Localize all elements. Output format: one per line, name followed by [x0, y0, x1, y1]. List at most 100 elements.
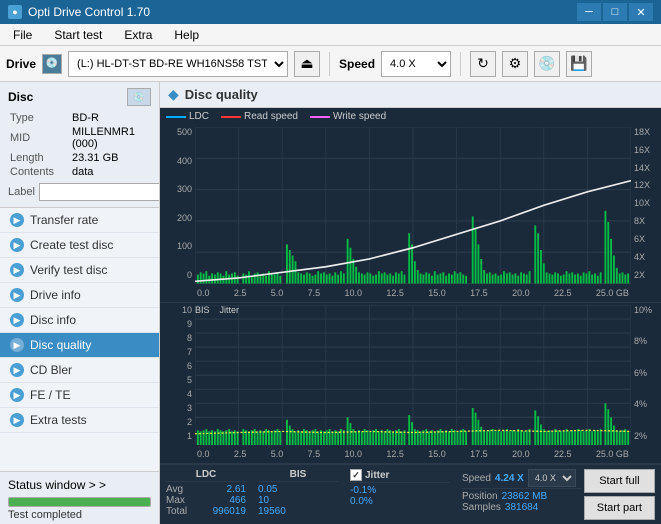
menu-help[interactable]: Help — [165, 25, 208, 45]
close-button[interactable]: ✕ — [629, 3, 653, 21]
disc-table: Type BD-R MID MILLENMR1 (000) Length 23.… — [8, 110, 151, 180]
disc-mid-label: MID — [10, 126, 70, 150]
stats-speed: Speed 4.24 X 4.0 X Position 23862 MB Sam… — [462, 469, 582, 513]
nav-icon-extra: ▶ — [10, 413, 24, 427]
jitter-label: Jitter — [220, 305, 240, 315]
stats-jitter-avg-val: -0.1% — [350, 485, 376, 496]
nav-item-fe-te[interactable]: ▶ FE / TE — [0, 383, 159, 408]
progress-bar-container — [8, 497, 151, 507]
stats-bis-avg-val: 0.05 — [258, 484, 277, 495]
nav-item-extra-tests[interactable]: ▶ Extra tests — [0, 408, 159, 433]
stats-position-val: 23862 MB — [502, 491, 548, 502]
stats-speed-select[interactable]: 4.0 X — [528, 469, 576, 487]
nav-label-verify: Verify test disc — [30, 263, 107, 277]
ldc-x-axis: 0.0 2.5 5.0 7.5 10.0 12.5 15.0 17.5 20.0… — [195, 284, 631, 302]
toolbar: Drive 💿 (L:) HL-DT-ST BD-RE WH16NS58 TST… — [0, 46, 661, 82]
stats-avg-label: Avg — [166, 484, 183, 495]
nav-icon-bler: ▶ — [10, 363, 24, 377]
menu-file[interactable]: File — [4, 25, 41, 45]
disc-length-row: Length 23.31 GB — [10, 152, 149, 164]
refresh-button[interactable]: ↻ — [470, 51, 496, 77]
stats-bis: BIS 0.05 10 19560 — [258, 469, 338, 517]
chart-buttons: Start full Start part — [584, 469, 655, 520]
legend-color-ldc — [166, 116, 186, 118]
speed-select[interactable]: 4.0 X — [381, 51, 451, 77]
ldc-svg — [195, 127, 631, 284]
disc-length-value: 23.31 GB — [72, 152, 149, 164]
start-full-button[interactable]: Start full — [584, 469, 655, 493]
stats-bis-max-val: 10 — [258, 495, 269, 506]
stats-samples-val: 381684 — [505, 502, 538, 513]
bis-chart-canvas — [195, 305, 631, 445]
status-window-button[interactable]: Status window > > — [8, 475, 151, 495]
jitter-checkbox[interactable]: ✓ — [350, 469, 362, 481]
disc-button[interactable]: 💿 — [534, 51, 560, 77]
stats-position-label: Position — [462, 491, 498, 502]
chart-title: Disc quality — [185, 87, 258, 102]
disc-type-row: Type BD-R — [10, 112, 149, 124]
nav-item-disc-info[interactable]: ▶ Disc info — [0, 308, 159, 333]
drive-select[interactable]: (L:) HL-DT-ST BD-RE WH16NS58 TST4 — [68, 51, 288, 77]
legend-ldc: LDC — [166, 111, 209, 122]
stats-samples-row: Samples 381684 — [462, 502, 582, 513]
nav-icon-quality: ▶ — [10, 338, 24, 352]
nav-label-create: Create test disc — [30, 238, 113, 252]
nav-label-drive: Drive info — [30, 288, 81, 302]
nav-icon-discinfo: ▶ — [10, 313, 24, 327]
bis-chart: BIS Jitter 10 9 8 7 6 5 4 3 2 1 — [160, 303, 661, 464]
legend-write-label: Write speed — [333, 111, 386, 122]
disc-type-value: BD-R — [72, 112, 149, 124]
sidebar: Disc 💿 Type BD-R MID MILLENMR1 (000) Len… — [0, 82, 160, 524]
disc-contents-row: Contents data — [10, 166, 149, 178]
drive-label: Drive — [6, 57, 36, 71]
save-button[interactable]: 💾 — [566, 51, 592, 77]
stats-jitter-max-val: 0.0% — [350, 496, 373, 507]
stats-ldc-header: LDC — [166, 469, 246, 482]
nav-icon-transfer: ▶ — [10, 213, 24, 227]
drive-icon: 💿 — [42, 54, 62, 74]
disc-label-input[interactable] — [39, 183, 160, 201]
nav-item-verify-test-disc[interactable]: ▶ Verify test disc — [0, 258, 159, 283]
stats-max-label: Max — [166, 495, 185, 506]
disc-mid-row: MID MILLENMR1 (000) — [10, 126, 149, 150]
stats-speed-label: Speed — [462, 473, 491, 484]
stats-ldc-total: Total 996019 — [166, 506, 246, 517]
stats-total-label: Total — [166, 506, 187, 517]
stats-jitter-avg: -0.1% — [350, 485, 450, 496]
eject-button[interactable]: ⏏ — [294, 51, 320, 77]
status-window-label: Status window > > — [8, 478, 106, 492]
nav-item-create-test-disc[interactable]: ▶ Create test disc — [0, 233, 159, 258]
stats-bis-total: 19560 — [258, 506, 338, 517]
disc-type-label: Type — [10, 112, 70, 124]
nav-icon-fete: ▶ — [10, 388, 24, 402]
nav-item-cd-bler[interactable]: ▶ CD Bler — [0, 358, 159, 383]
main-area: Disc 💿 Type BD-R MID MILLENMR1 (000) Len… — [0, 82, 661, 524]
nav-label-fete: FE / TE — [30, 388, 70, 402]
stats-ldc: LDC Avg 2.61 Max 466 Total 996019 — [166, 469, 246, 517]
settings-button[interactable]: ⚙ — [502, 51, 528, 77]
stats-position-row: Position 23862 MB — [462, 491, 582, 502]
nav-icon-drive: ▶ — [10, 288, 24, 302]
chart-header-icon: ◆ — [168, 86, 179, 103]
minimize-button[interactable]: ─ — [577, 3, 601, 21]
stats-ldc-max: Max 466 — [166, 495, 246, 506]
nav-item-drive-info[interactable]: ▶ Drive info — [0, 283, 159, 308]
nav-label-transfer: Transfer rate — [30, 213, 98, 227]
app-title: Opti Drive Control 1.70 — [28, 5, 150, 19]
nav-icon-verify: ▶ — [10, 263, 24, 277]
nav-items: ▶ Transfer rate ▶ Create test disc ▶ Ver… — [0, 208, 159, 471]
nav-item-disc-quality[interactable]: ▶ Disc quality — [0, 333, 159, 358]
nav-item-transfer-rate[interactable]: ▶ Transfer rate — [0, 208, 159, 233]
stats-ldc-total-val: 996019 — [213, 506, 246, 517]
menu-start-test[interactable]: Start test — [45, 25, 111, 45]
maximize-button[interactable]: □ — [603, 3, 627, 21]
start-part-button[interactable]: Start part — [584, 496, 655, 520]
menu-extra[interactable]: Extra — [115, 25, 161, 45]
stats-jitter: ✓ Jitter -0.1% 0.0% — [350, 469, 450, 507]
bis-chart-labels: BIS Jitter — [195, 305, 239, 315]
disc-contents-value: data — [72, 166, 149, 178]
stats-ldc-avg-val: 2.61 — [227, 484, 246, 495]
nav-icon-create: ▶ — [10, 238, 24, 252]
stats-jitter-max: 0.0% — [350, 496, 450, 507]
legend-read: Read speed — [221, 111, 298, 122]
